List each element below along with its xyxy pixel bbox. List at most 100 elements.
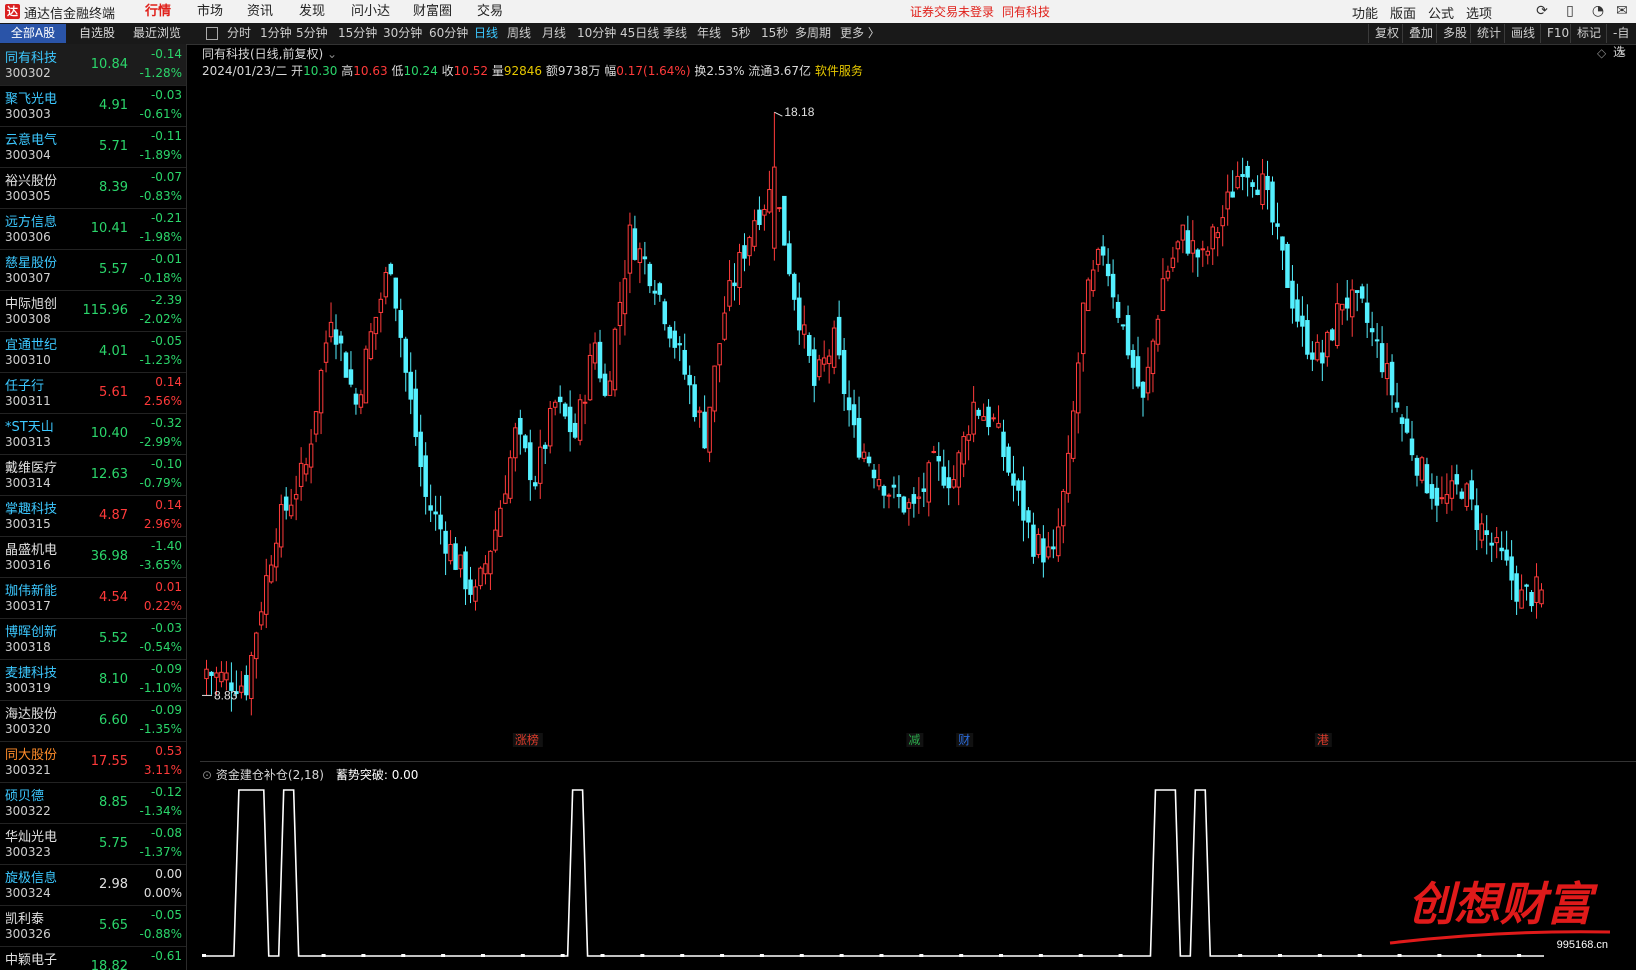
stock-row[interactable]: 同大股份 300321 17.55 0.53 3.11% — [0, 741, 186, 783]
menu-0[interactable]: 行情 — [134, 0, 182, 23]
stock-row[interactable]: *ST天山 300313 10.40 -0.32 -2.99% — [0, 413, 186, 455]
stock-name: 中颖电子 — [5, 953, 58, 968]
refresh-icon[interactable]: ⟳ — [1534, 3, 1550, 19]
right-menu-0[interactable]: 功能 — [1352, 3, 1378, 22]
right-menu-3[interactable]: 选项 — [1466, 3, 1492, 22]
bell-icon[interactable]: ◔ — [1590, 3, 1606, 19]
menu-6[interactable]: 交易 — [466, 0, 514, 23]
stock-row[interactable]: 任子行 300311 5.61 0.14 2.56% — [0, 372, 186, 414]
candle — [1290, 265, 1295, 324]
candle — [667, 324, 673, 348]
period-tab-13[interactable]: 5秒 — [731, 24, 751, 43]
phone-icon[interactable]: ▯ — [1562, 3, 1578, 19]
period-tab-4[interactable]: 30分钟 — [383, 24, 422, 43]
list-tab-0[interactable]: 全部A股 — [0, 24, 66, 43]
list-tab-1[interactable]: 自选股 — [66, 24, 128, 43]
message-icon[interactable]: ✉ — [1614, 3, 1630, 19]
diamond-icon[interactable]: ◇ — [1597, 46, 1606, 60]
tool-button-3[interactable]: 统计 — [1470, 24, 1501, 43]
period-tab-7[interactable]: 周线 — [507, 24, 531, 43]
period-tab-0[interactable]: 分时 — [227, 24, 251, 43]
candle — [1459, 488, 1465, 500]
stock-change-pct: -0.54% — [139, 640, 182, 654]
event-tag[interactable]: 港 — [1317, 733, 1329, 747]
stock-row[interactable]: 海达股份 300320 6.60 -0.09 -1.35% — [0, 700, 186, 742]
tool-button-0[interactable]: 复权 — [1368, 24, 1399, 43]
menu-5[interactable]: 财富圈 — [402, 0, 463, 23]
period-tab-14[interactable]: 15秒 — [761, 24, 788, 43]
stock-code: 300305 — [5, 189, 51, 203]
stock-row[interactable]: 华灿光电 300323 5.75 -0.08 -1.37% — [0, 823, 186, 865]
stock-row[interactable]: 聚飞光电 300303 4.91 -0.03 -0.61% — [0, 85, 186, 127]
stock-row[interactable]: 珈伟新能 300317 4.54 0.01 0.22% — [0, 577, 186, 619]
list-tab-2[interactable]: 最近浏览 — [128, 24, 186, 43]
sidebar-toggle-icon[interactable] — [206, 27, 218, 40]
period-tab-8[interactable]: 月线 — [542, 24, 566, 43]
candle — [1031, 512, 1036, 564]
right-menu-2[interactable]: 公式 — [1428, 3, 1454, 22]
candle — [1454, 464, 1460, 495]
period-tab-16[interactable]: 更多 〉 — [840, 24, 880, 43]
stock-row[interactable]: 博晖创新 300318 5.52 -0.03 -0.54% — [0, 618, 186, 660]
stock-row[interactable]: 中际旭创 300308 115.96 -2.39 -2.02% — [0, 290, 186, 332]
indicator-dot — [759, 954, 764, 957]
stock-row[interactable]: 旋极信息 300324 2.98 0.00 0.00% — [0, 864, 186, 906]
candle — [582, 394, 588, 425]
stock-row[interactable]: 凯利泰 300326 5.65 -0.05 -0.88% — [0, 905, 186, 947]
candle — [951, 465, 956, 489]
menu-2[interactable]: 资讯 — [236, 0, 284, 23]
candle — [871, 464, 877, 489]
stock-code: 300304 — [5, 148, 51, 162]
candle — [1464, 482, 1470, 511]
period-tab-6[interactable]: 日线 — [474, 24, 498, 43]
candle — [438, 495, 443, 545]
tool-button-6[interactable]: 标记 — [1570, 24, 1601, 43]
event-tag[interactable]: 涨榜 — [515, 732, 539, 747]
candle — [612, 327, 618, 397]
tool-button-2[interactable]: 多股 — [1436, 24, 1467, 43]
period-tab-5[interactable]: 60分钟 — [429, 24, 468, 43]
period-tab-12[interactable]: 年线 — [697, 24, 721, 43]
stock-row[interactable]: 慈星股份 300307 5.57 -0.01 -0.18% — [0, 249, 186, 291]
menu-1[interactable]: 市场 — [186, 0, 234, 23]
stock-row[interactable]: 掌趣科技 300315 4.87 0.14 2.96% — [0, 495, 186, 537]
login-status[interactable]: 证券交易未登录 — [910, 3, 994, 20]
right-menu-1[interactable]: 版面 — [1390, 3, 1416, 22]
menu-3[interactable]: 发现 — [288, 0, 336, 23]
tool-button-4[interactable]: 画线 — [1504, 24, 1535, 43]
period-tab-9[interactable]: 10分钟 — [577, 24, 616, 43]
candle — [1489, 532, 1494, 562]
candle — [533, 475, 538, 490]
stock-row[interactable]: 晶盛机电 300316 36.98 -1.40 -3.65% — [0, 536, 186, 578]
period-tab-11[interactable]: 季线 — [663, 24, 687, 43]
stock-row[interactable]: 同有科技 300302 10.84 -0.14 -1.28% — [0, 44, 186, 86]
candle — [378, 292, 384, 333]
period-tab-1[interactable]: 1分钟 — [260, 24, 292, 43]
candle — [1394, 382, 1400, 413]
stock-row[interactable]: 硕贝德 300322 8.85 -0.12 -1.34% — [0, 782, 186, 824]
candle — [602, 363, 608, 398]
stock-code: 300324 — [5, 886, 51, 900]
stock-row[interactable]: 麦捷科技 300319 8.10 -0.09 -1.10% — [0, 659, 186, 701]
period-tab-15[interactable]: 多周期 — [795, 24, 831, 43]
stock-row[interactable]: 宜通世纪 300310 4.01 -0.05 -1.23% — [0, 331, 186, 373]
menu-4[interactable]: 问小达 — [340, 0, 401, 23]
event-tag[interactable]: 减 — [908, 733, 920, 747]
price-chart[interactable]: 18.18 8.83 涨榜 减 财 港 — [200, 76, 1600, 760]
candle — [1085, 277, 1091, 312]
period-tab-2[interactable]: 5分钟 — [296, 24, 328, 43]
candle — [358, 389, 364, 415]
period-tab-10[interactable]: 45日线 — [620, 24, 659, 43]
stock-row[interactable]: 戴维医疗 300314 12.63 -0.10 -0.79% — [0, 454, 186, 496]
tool-button-1[interactable]: 叠加 — [1402, 24, 1433, 43]
stock-row[interactable]: 云意电气 300304 5.71 -0.11 -1.89% — [0, 126, 186, 168]
stock-row[interactable]: 远方信息 300306 10.41 -0.21 -1.98% — [0, 208, 186, 250]
stock-row[interactable]: 裕兴股份 300305 8.39 -0.07 -0.83% — [0, 167, 186, 209]
tool-button-7[interactable]: -自选 — [1606, 24, 1636, 59]
tool-button-5[interactable]: F10 — [1540, 24, 1569, 43]
candle — [224, 661, 229, 691]
event-tag[interactable]: 财 — [958, 733, 970, 747]
period-tab-3[interactable]: 15分钟 — [338, 24, 377, 43]
stock-row[interactable]: 中颖电子 18.82 -0.61 — [0, 946, 186, 970]
stock-price: 10.84 — [90, 57, 128, 72]
